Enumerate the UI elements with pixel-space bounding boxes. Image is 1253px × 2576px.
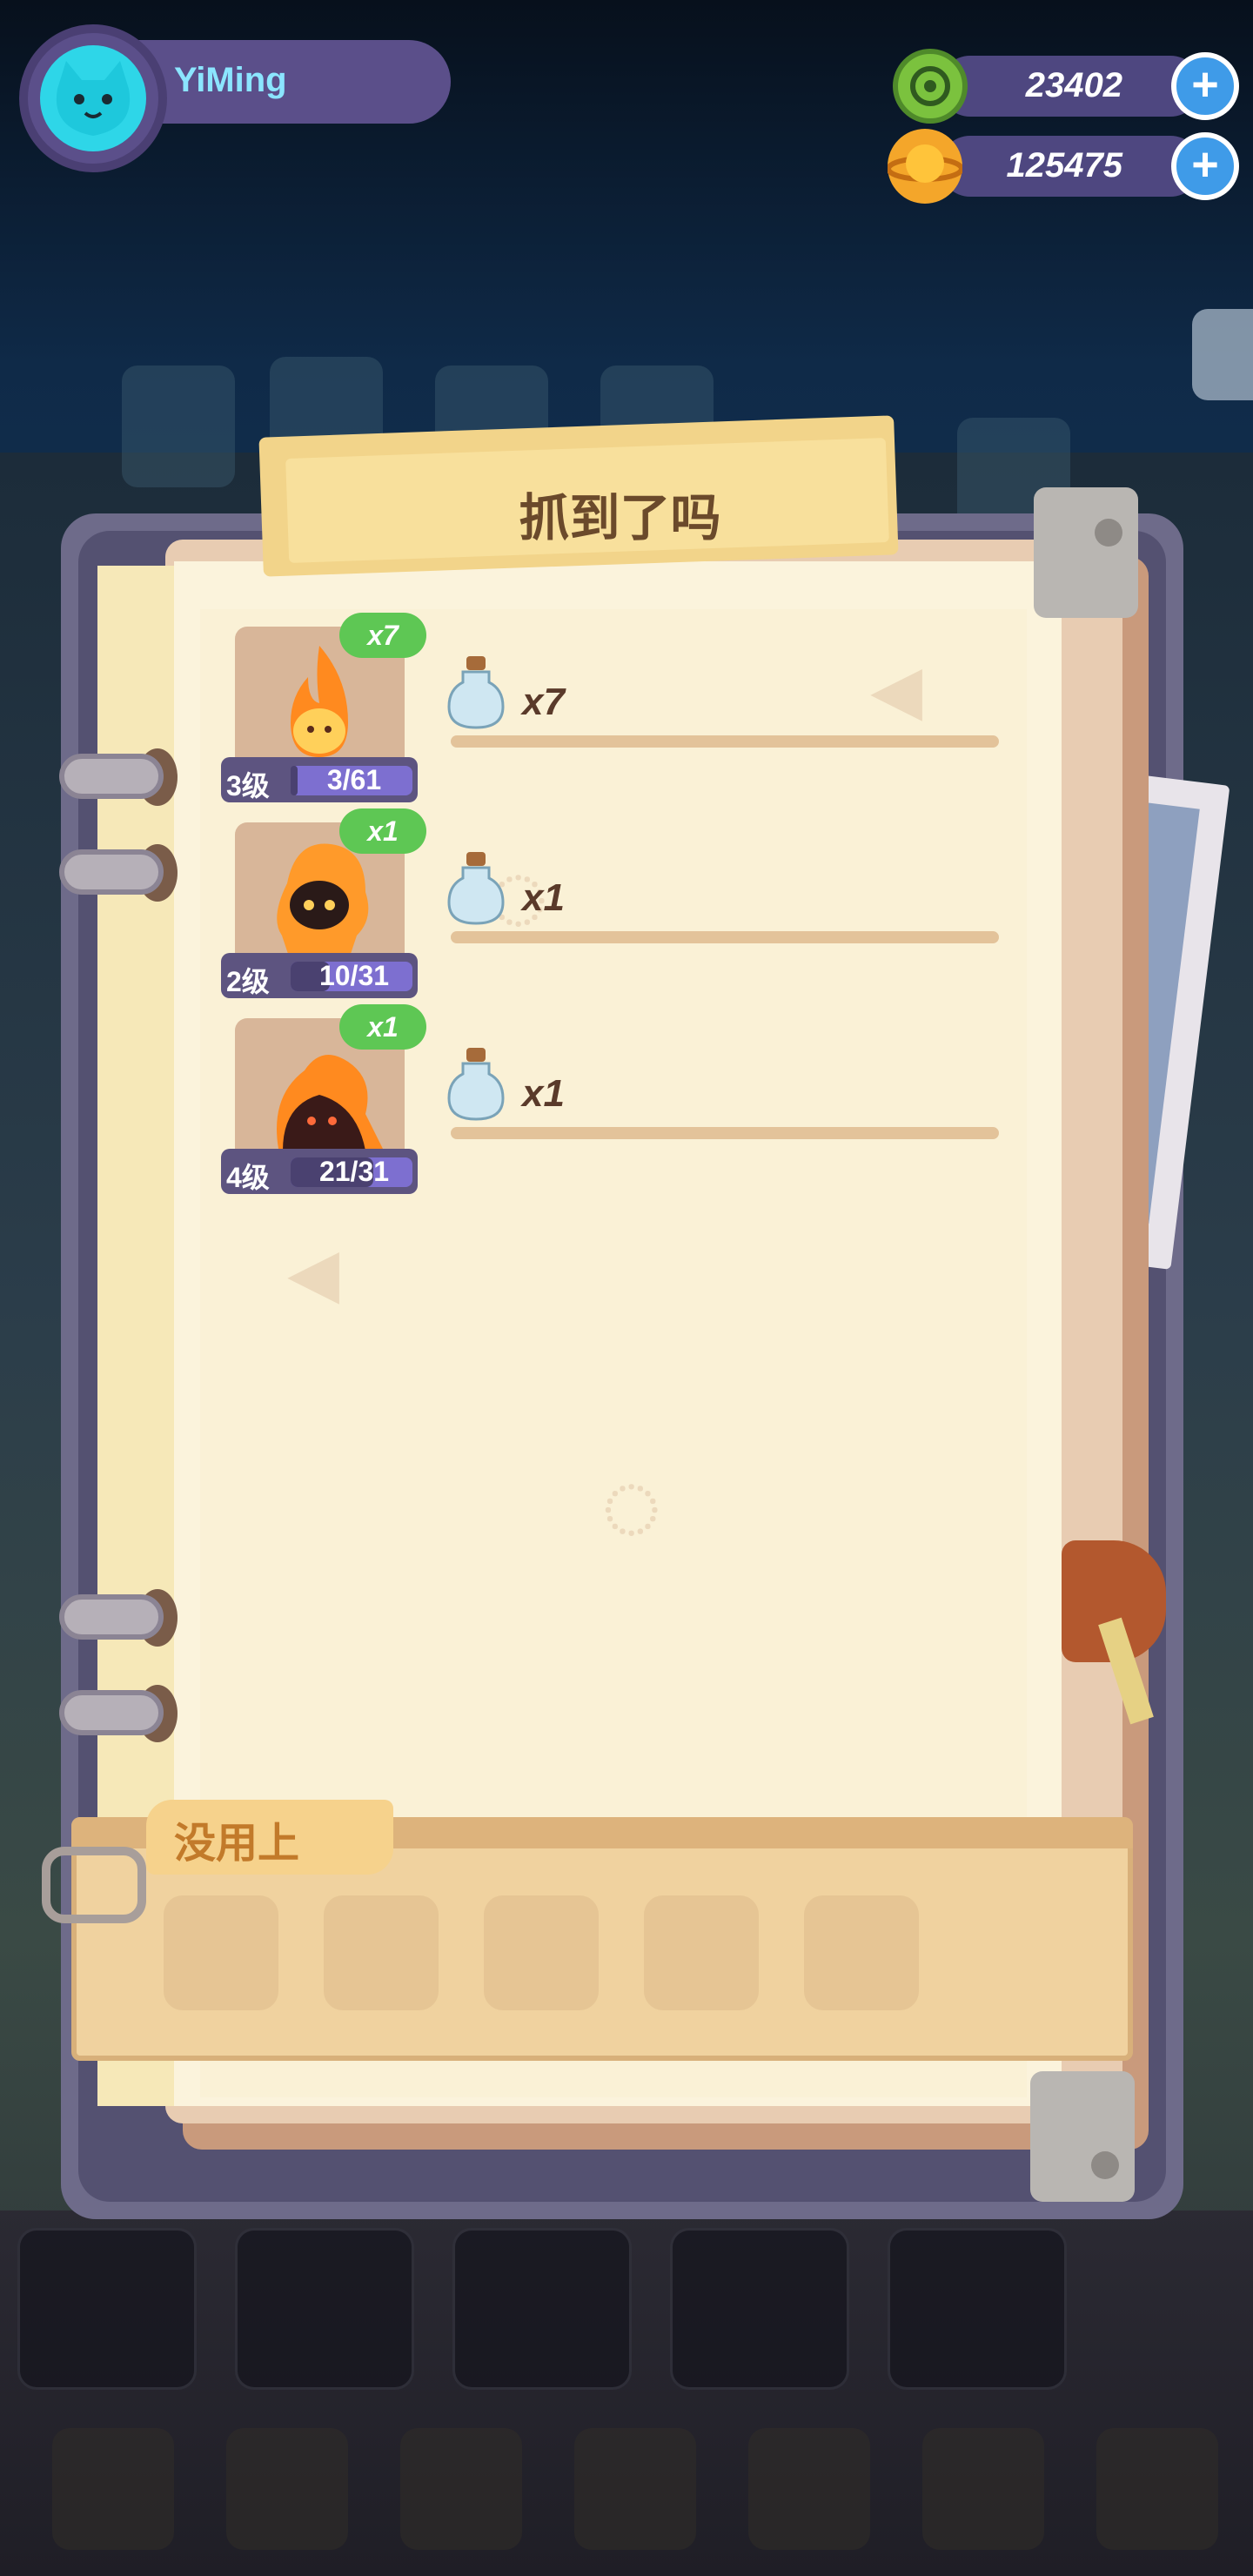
count-badge: x1 <box>339 808 426 854</box>
level-bar: 3级 3/61 <box>221 757 418 802</box>
count-badge: x1 <box>339 1004 426 1050</box>
avatar[interactable] <box>40 45 146 151</box>
empty-slot[interactable] <box>804 1895 919 2010</box>
side-clip-button[interactable] <box>1192 309 1253 400</box>
list-item[interactable]: x7 3级 3/61 x7 <box>218 613 1018 802</box>
bottle-icon <box>447 1048 505 1121</box>
page-title: 抓到了吗 <box>519 490 721 547</box>
bg-card <box>122 366 235 487</box>
binder-ring <box>59 1690 164 1735</box>
corner-clip <box>1030 2071 1135 2202</box>
green-gem-icon <box>893 49 968 124</box>
binder-ring <box>59 1594 164 1640</box>
add-gems-button[interactable]: + <box>1171 52 1239 120</box>
add-coins-button[interactable]: + <box>1171 132 1239 200</box>
binder-ring <box>59 754 164 799</box>
unused-label: 没用上 <box>174 1821 300 1867</box>
divider <box>451 1127 999 1139</box>
coin-counter: 125475 <box>940 136 1201 197</box>
divider <box>451 931 999 943</box>
empty-slot[interactable] <box>324 1895 439 2010</box>
cookie-doodle-icon: ◌ <box>600 1446 663 1563</box>
paper-clip-icon <box>42 1847 146 1923</box>
bottle-count: x1 <box>522 1072 565 1115</box>
gem-counter: 23402 <box>940 56 1201 117</box>
divider <box>451 735 999 748</box>
fish-doodle-icon: ◂ <box>287 1211 340 1328</box>
username: YiMing <box>174 61 287 99</box>
list-item[interactable]: x1 2级 10/31 x1 <box>218 808 1018 998</box>
gem-value: 23402 <box>1025 66 1122 104</box>
coin-value: 125475 <box>1006 146 1122 184</box>
planet-coin-icon <box>886 129 964 204</box>
bottle-count: x7 <box>522 681 565 723</box>
bottle-count: x1 <box>522 876 565 919</box>
list-item[interactable]: x1 4级 21/31 x1 <box>218 1004 1018 1194</box>
bottle-icon <box>447 656 505 729</box>
binder-ring <box>59 849 164 895</box>
count-badge: x7 <box>339 613 426 658</box>
bottle-icon <box>447 852 505 925</box>
level-bar: 4级 21/31 <box>221 1149 418 1194</box>
empty-slot[interactable] <box>644 1895 759 2010</box>
empty-slot[interactable] <box>164 1895 278 2010</box>
level-bar: 2级 10/31 <box>221 953 418 998</box>
empty-slot[interactable] <box>484 1895 599 2010</box>
